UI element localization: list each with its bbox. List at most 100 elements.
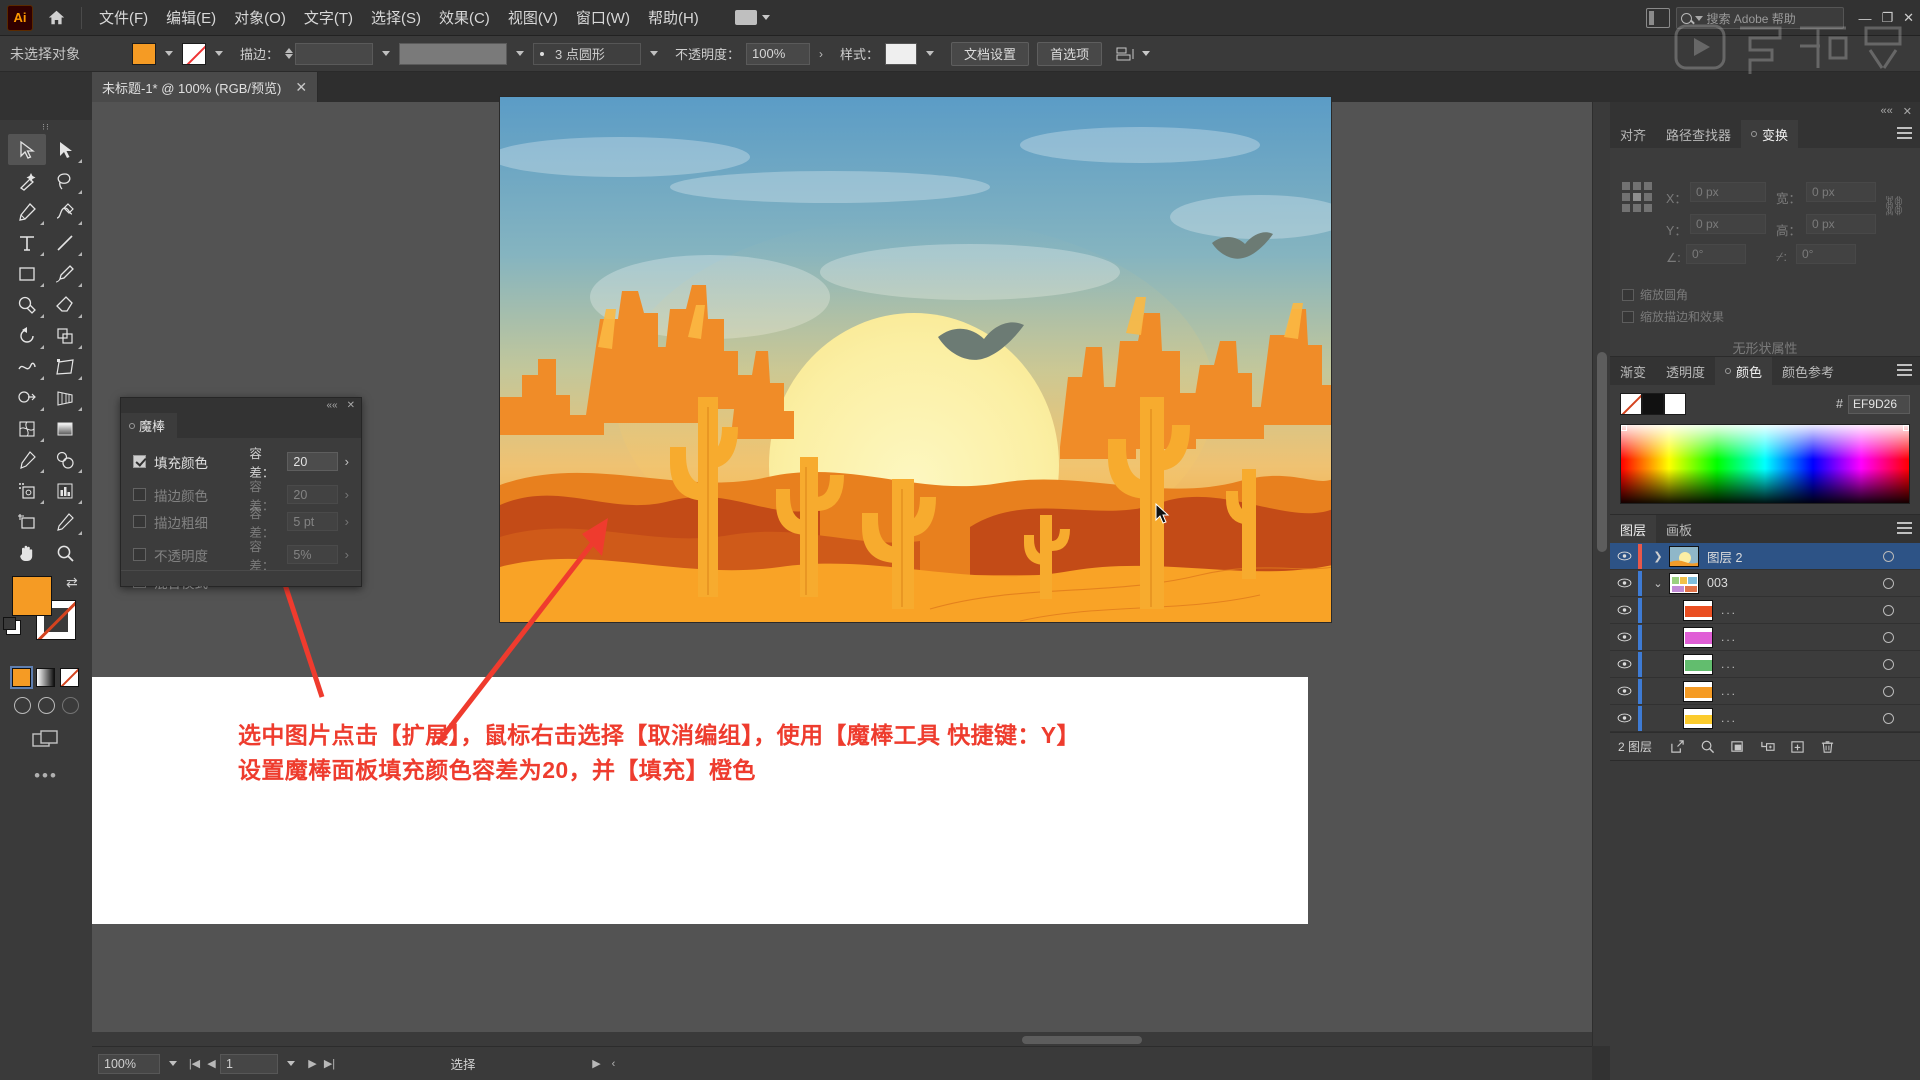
brush-chevron-down-icon[interactable] bbox=[650, 51, 659, 56]
fill-chevron-down-icon[interactable] bbox=[165, 51, 173, 56]
graphic-style-swatch[interactable] bbox=[885, 42, 918, 65]
reference-point-selector[interactable] bbox=[1622, 182, 1652, 212]
screen-mode-button[interactable] bbox=[0, 728, 92, 750]
menu-edit[interactable]: 编辑(E) bbox=[157, 2, 225, 33]
panel-menu-icon[interactable] bbox=[1897, 127, 1912, 139]
artboard-number-field[interactable]: 1 bbox=[220, 1053, 278, 1074]
canvas-vertical-scrollbar[interactable] bbox=[1592, 102, 1610, 1046]
document-setup-button[interactable]: 文档设置 bbox=[951, 41, 1030, 66]
close-button[interactable]: ✕ bbox=[1903, 10, 1914, 26]
opacity-tolerance-input[interactable]: 5% bbox=[287, 545, 338, 564]
paintbrush-tool[interactable] bbox=[46, 258, 84, 289]
visibility-eye-icon[interactable] bbox=[1610, 631, 1638, 643]
draw-inside-icon[interactable] bbox=[62, 697, 79, 714]
panel-menu-icon[interactable] bbox=[1897, 522, 1912, 534]
stroke-weight-field[interactable] bbox=[295, 42, 374, 65]
eyedropper-tool[interactable] bbox=[8, 444, 46, 475]
target-indicator-icon[interactable] bbox=[1883, 631, 1894, 643]
fill-color-swatch[interactable] bbox=[132, 42, 156, 65]
layer-row-item[interactable]: ... bbox=[1610, 651, 1920, 678]
hand-tool[interactable] bbox=[8, 537, 46, 568]
arrange-documents-icon[interactable] bbox=[1646, 8, 1671, 28]
next-artboard-button[interactable]: ▶ bbox=[304, 1057, 321, 1070]
stroke-chevron-down-icon[interactable] bbox=[215, 51, 223, 56]
stroke-color-swatch[interactable] bbox=[182, 42, 206, 65]
option-stroke-weight[interactable]: 描边粗细 容差： 5 pt › bbox=[133, 507, 349, 540]
option-fill-color[interactable]: 填充颜色 容差： 20 › bbox=[133, 447, 349, 480]
home-icon[interactable] bbox=[39, 0, 73, 36]
tab-layers[interactable]: 图层 bbox=[1610, 515, 1657, 543]
visibility-eye-icon[interactable] bbox=[1610, 604, 1638, 616]
tab-gradient[interactable]: 渐变 bbox=[1610, 357, 1656, 385]
close-icon[interactable]: ✕ bbox=[347, 400, 355, 411]
lasso-tool[interactable] bbox=[46, 165, 84, 196]
hex-input[interactable]: EF9D26 bbox=[1848, 394, 1910, 414]
fill-tolerance-input[interactable]: 20 bbox=[287, 452, 338, 471]
menu-select[interactable]: 选择(S) bbox=[362, 2, 430, 33]
color-mode-color[interactable] bbox=[10, 666, 33, 689]
rotate-tool[interactable] bbox=[8, 320, 46, 351]
height-field[interactable]: 0 px bbox=[1806, 214, 1876, 234]
first-artboard-button[interactable]: |◀ bbox=[186, 1057, 203, 1070]
stroke-tolerance-flyout-icon[interactable]: › bbox=[345, 487, 349, 502]
collapse-arrow-icon[interactable]: ⌄ bbox=[1647, 577, 1669, 590]
locate-object-icon[interactable] bbox=[1662, 739, 1692, 754]
stroke-tolerance-input[interactable]: 20 bbox=[287, 485, 338, 504]
edit-toolbar-button[interactable]: ••• bbox=[0, 766, 92, 786]
menu-object[interactable]: 对象(O) bbox=[225, 2, 295, 33]
scale-corners-checkbox[interactable]: 缩放圆角 bbox=[1622, 286, 1688, 303]
stroke-profile-field[interactable] bbox=[399, 42, 508, 65]
fill-swatch[interactable] bbox=[12, 576, 52, 616]
target-indicator-icon[interactable] bbox=[1883, 658, 1894, 670]
zoom-tool[interactable] bbox=[46, 537, 84, 568]
artboard-tool[interactable] bbox=[8, 506, 46, 537]
close-icon[interactable]: ✕ bbox=[1903, 105, 1912, 118]
width-field[interactable]: 0 px bbox=[1806, 182, 1876, 202]
zoom-chevron-down-icon[interactable] bbox=[169, 1061, 177, 1066]
width-tool[interactable] bbox=[8, 351, 46, 382]
last-artboard-button[interactable]: ▶| bbox=[321, 1057, 338, 1070]
y-field[interactable]: 0 px bbox=[1690, 214, 1766, 234]
swatch-none[interactable] bbox=[1620, 393, 1642, 415]
visibility-eye-icon[interactable] bbox=[1610, 712, 1638, 724]
draw-behind-icon[interactable] bbox=[38, 697, 55, 714]
tab-align[interactable]: 对齐 bbox=[1610, 120, 1656, 148]
document-tab[interactable]: 未标题-1* @ 100% (RGB/预览) ✕ bbox=[92, 72, 319, 102]
vertical-scroll-thumb[interactable] bbox=[1597, 352, 1607, 552]
style-chevron-down-icon[interactable] bbox=[926, 51, 935, 56]
opacity-checkbox[interactable] bbox=[133, 548, 146, 561]
tab-color[interactable]: 颜色 bbox=[1715, 357, 1773, 385]
layer-row-item[interactable]: ... bbox=[1610, 624, 1920, 651]
tab-artboards[interactable]: 画板 bbox=[1656, 515, 1702, 543]
swap-fill-stroke-icon[interactable]: ⇄ bbox=[66, 574, 78, 591]
column-graph-tool[interactable] bbox=[46, 475, 84, 506]
artboard[interactable] bbox=[499, 96, 1332, 623]
default-fill-stroke-icon[interactable] bbox=[3, 617, 21, 635]
new-layer-icon[interactable] bbox=[1782, 739, 1812, 754]
artboard-chevron-down-icon[interactable] bbox=[287, 1061, 295, 1066]
make-clipping-mask-icon[interactable] bbox=[1722, 739, 1752, 754]
swatch-black[interactable] bbox=[1642, 393, 1664, 415]
menu-effect[interactable]: 效果(C) bbox=[430, 2, 499, 33]
collapse-icon[interactable]: «« bbox=[1881, 105, 1893, 117]
stroke-weight-checkbox[interactable] bbox=[133, 515, 146, 528]
opacity-tolerance-flyout-icon[interactable]: › bbox=[345, 547, 349, 562]
gradient-tool[interactable] bbox=[46, 413, 84, 444]
shape-builder-tool[interactable] bbox=[8, 382, 46, 413]
weight-tolerance-input[interactable]: 5 pt bbox=[287, 512, 338, 531]
visibility-eye-icon[interactable] bbox=[1610, 685, 1638, 697]
layer-row-item[interactable]: ... bbox=[1610, 678, 1920, 705]
layer-row-tuceng2[interactable]: ❯ 图层 2 bbox=[1610, 543, 1920, 570]
fill-color-checkbox[interactable] bbox=[133, 455, 146, 468]
workspace-switcher[interactable] bbox=[728, 7, 777, 28]
prev-artboard-button[interactable]: ◀ bbox=[203, 1057, 220, 1070]
restore-button[interactable]: ❐ bbox=[1881, 10, 1893, 26]
slice-tool[interactable] bbox=[46, 506, 84, 537]
status-flyout-icon[interactable]: ▶ bbox=[588, 1057, 605, 1070]
target-indicator-icon[interactable] bbox=[1883, 712, 1894, 724]
shear-field[interactable]: 0° bbox=[1796, 244, 1856, 264]
layer-row-item[interactable]: ... bbox=[1610, 705, 1920, 732]
tab-transparency[interactable]: 透明度 bbox=[1656, 357, 1715, 385]
stroke-profile-chevron-down-icon[interactable] bbox=[516, 51, 525, 56]
menu-help[interactable]: 帮助(H) bbox=[639, 2, 708, 33]
